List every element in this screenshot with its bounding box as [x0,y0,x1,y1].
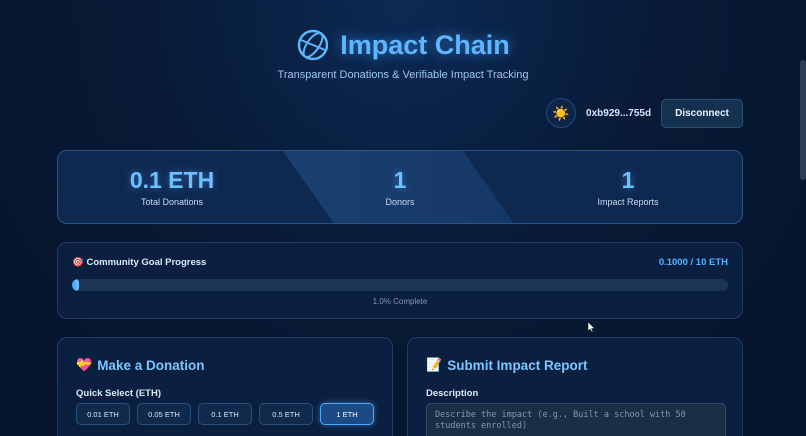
quick-select-options: 0.01 ETH 0.05 ETH 0.1 ETH 0.5 ETH 1 ETH [76,403,374,425]
page-scrollbar[interactable] [800,60,806,180]
wallet-bar: ☀️ 0xb929...755d Disconnect [546,98,743,128]
quick-select-0-5[interactable]: 0.5 ETH [259,403,313,425]
stats-panel: 0.1 ETH Total Donations 1 Donors 1 Impac… [57,150,743,224]
header: Impact Chain Transparent Donations & Ver… [0,28,806,82]
quick-select-0-1[interactable]: 0.1 ETH [198,403,252,425]
goal-panel: 🎯 Community Goal Progress 0.1000 / 10 ET… [57,242,743,319]
goal-progress-text: 1.0% Complete [372,297,428,306]
quick-select-label: Quick Select (ETH) [76,388,161,399]
goal-progress-fill [72,279,79,291]
title-row: Impact Chain [0,28,806,62]
wallet-address: 0xb929...755d [586,107,652,119]
quick-select-0-01[interactable]: 0.01 ETH [76,403,130,425]
theme-toggle-button[interactable]: ☀️ [546,98,577,128]
heart-gift-icon: 💝 [76,357,93,372]
report-card-title: 📝 Submit Impact Report [426,357,587,373]
quick-select-0-05[interactable]: 0.05 ETH [137,403,191,425]
impact-report-card: 📝 Submit Impact Report Description [407,337,743,436]
page-title: Impact Chain [340,29,510,60]
stat-value: 1 [393,167,407,193]
goal-title: 🎯 Community Goal Progress [72,257,206,268]
memo-icon: 📝 [426,357,443,372]
description-label: Description [426,388,479,399]
disconnect-button[interactable]: Disconnect [661,98,743,128]
globe-icon [298,29,329,61]
donation-card-title: 💝 Make a Donation [76,357,204,373]
stat-label: Donors [385,197,415,207]
stat-value: 1 [621,167,635,193]
stat-donors: 1 Donors [286,151,514,223]
goal-title-text: Community Goal Progress [86,257,207,268]
stat-label: Impact Reports [597,197,659,207]
stat-value: 0.1 ETH [129,167,215,193]
donation-card: 💝 Make a Donation Quick Select (ETH) 0.0… [57,337,393,436]
target-icon: 🎯 [72,257,84,268]
stat-total-donations: 0.1 ETH Total Donations [58,151,286,223]
mouse-cursor-icon [588,322,595,332]
sun-icon: ☀️ [552,104,570,121]
goal-progress-bar [72,279,728,291]
quick-select-1[interactable]: 1 ETH [320,403,374,425]
report-title-text: Submit Impact Report [447,357,588,373]
goal-amount: 0.1000 / 10 ETH [658,257,728,268]
stat-impact-reports: 1 Impact Reports [514,151,742,223]
description-input[interactable] [426,403,726,436]
stat-label: Total Donations [140,197,204,207]
donation-title-text: Make a Donation [97,357,205,373]
page-subtitle: Transparent Donations & Verifiable Impac… [277,69,529,81]
